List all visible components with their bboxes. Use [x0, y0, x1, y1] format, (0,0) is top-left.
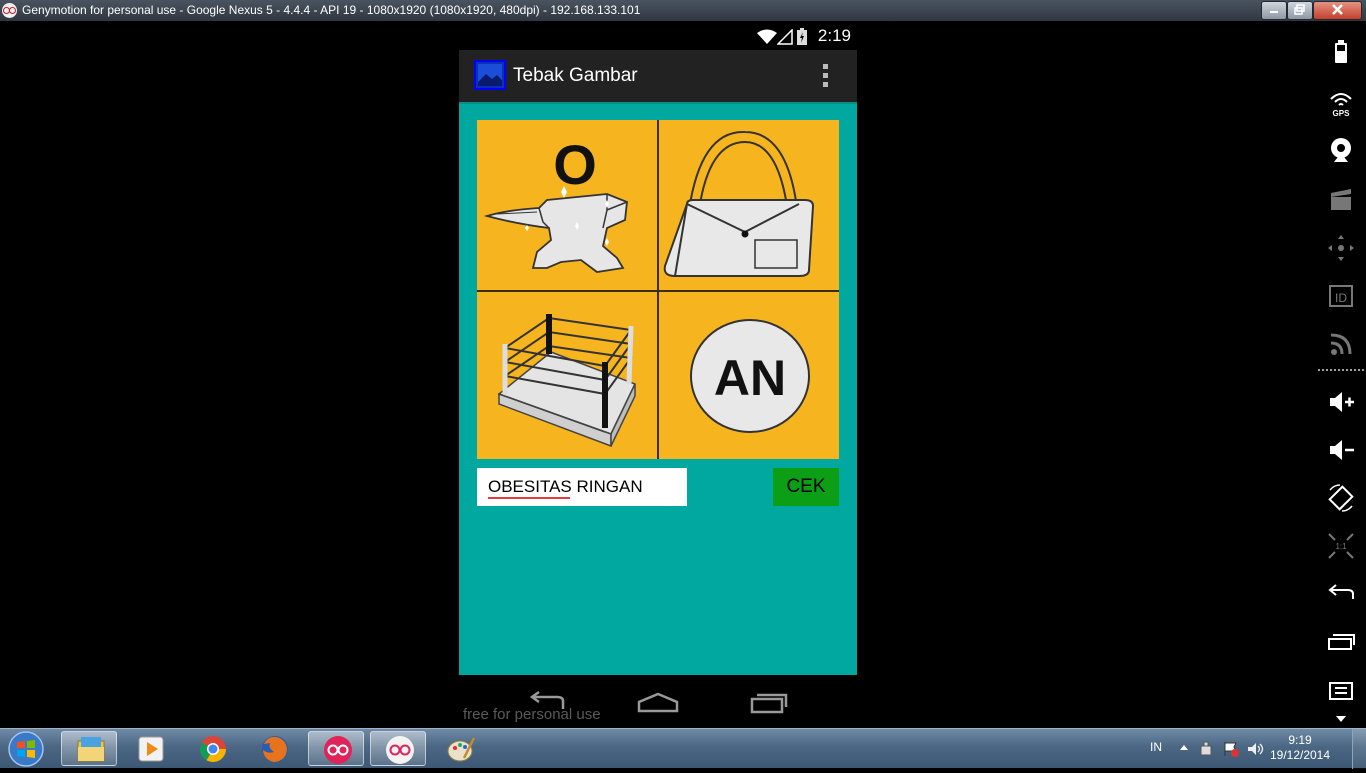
taskbar-media-player[interactable]	[122, 731, 178, 766]
media-player-icon	[138, 736, 164, 762]
close-button[interactable]	[1313, 1, 1362, 20]
handbag-image	[663, 130, 815, 277]
puzzle-cell-anvil: O	[477, 120, 657, 290]
remote-control-tool-icon[interactable]	[1326, 233, 1356, 263]
app-logo-icon	[474, 60, 506, 90]
paint-icon	[447, 737, 476, 762]
overflow-dot-icon	[822, 73, 828, 78]
puzzle-letter-o: O	[553, 133, 597, 196]
status-time: 2:19	[817, 26, 851, 45]
close-icon	[1332, 4, 1343, 15]
app-action-bar: Tebak Gambar	[459, 50, 857, 102]
spellcheck-underline	[488, 497, 570, 499]
taskbar-clock[interactable]: 9:19 19/12/2014	[1268, 733, 1332, 763]
network-tool-icon[interactable]	[1326, 329, 1356, 359]
puzzle-cell-handbag	[659, 120, 839, 290]
taskbar-firefox[interactable]	[246, 731, 302, 766]
volume-up-icon[interactable]	[1326, 387, 1356, 417]
taskbar-chrome[interactable]	[184, 731, 240, 766]
restore-button[interactable]	[1287, 1, 1313, 20]
recent-apps-tool-icon[interactable]	[1326, 627, 1356, 657]
devices-tray-icon[interactable]	[1198, 741, 1214, 757]
chrome-icon	[199, 736, 227, 763]
genymotion-icon	[386, 736, 414, 764]
android-status-bar: 2:19	[459, 22, 857, 50]
action-center-flag-icon[interactable]	[1222, 741, 1240, 757]
overflow-menu-button[interactable]	[819, 64, 831, 90]
menu-tool-icon[interactable]	[1326, 675, 1356, 705]
cek-button[interactable]: CEK	[773, 468, 839, 506]
screencast-tool-icon[interactable]	[1326, 185, 1356, 215]
puzzle-grid-divider	[477, 290, 839, 292]
taskbar-genymotion-player[interactable]	[370, 731, 426, 766]
overflow-dot-icon	[822, 64, 828, 69]
an-circle-image: AN	[690, 319, 810, 433]
webcam-tool-icon[interactable]	[1326, 135, 1356, 165]
restore-icon	[1294, 4, 1305, 15]
windows-taskbar: IN 9:19 19/12/2014	[0, 728, 1366, 769]
boxing-ring-image	[497, 314, 637, 448]
svg-text:1:1: 1:1	[1335, 542, 1347, 551]
recent-apps-button[interactable]	[749, 691, 789, 715]
window-title: Genymotion for personal use - Google Nex…	[22, 3, 641, 17]
puzzle-image: O AN	[477, 120, 839, 459]
pixel-perfect-icon[interactable]: 1:1	[1326, 531, 1356, 561]
taskbar-paint[interactable]	[432, 731, 488, 766]
language-indicator[interactable]: IN	[1150, 740, 1162, 754]
volume-tray-icon[interactable]	[1246, 741, 1264, 757]
folder-icon	[77, 737, 105, 762]
clock-date: 19/12/2014	[1269, 748, 1331, 762]
windows-logo-icon	[8, 731, 44, 767]
clock-time: 9:19	[1288, 733, 1312, 747]
show-hidden-icons-icon[interactable]	[1180, 744, 1188, 750]
app-content: O AN OBESITAS RINGAN CEK	[459, 104, 857, 675]
toolbar-separator	[1318, 369, 1364, 371]
toolbar-scroll-down-icon[interactable]	[1336, 715, 1346, 723]
window-title-bar[interactable]: Genymotion for personal use - Google Nex…	[0, 0, 1366, 21]
svg-text:GPS: GPS	[1333, 109, 1351, 117]
device-id-tool-icon[interactable]: ID	[1326, 281, 1356, 311]
puzzle-letters-an: AN	[714, 350, 786, 406]
overflow-dot-icon	[822, 82, 828, 87]
anvil-with-letter-o-image: O	[483, 133, 628, 273]
puzzle-cell-an: AN	[659, 292, 839, 459]
start-button[interactable]	[4, 730, 48, 768]
puzzle-cell-boxing-ring	[477, 292, 657, 459]
gps-tool-icon[interactable]: GPS	[1326, 87, 1356, 117]
firefox-icon	[262, 736, 288, 762]
taskbar-explorer[interactable]	[61, 731, 117, 766]
app-title: Tebak Gambar	[513, 65, 638, 86]
back-tool-icon[interactable]	[1326, 579, 1356, 609]
personal-use-watermark: free for personal use	[463, 706, 601, 723]
battery-tool-icon[interactable]	[1326, 37, 1356, 67]
svg-text:ID: ID	[1335, 291, 1347, 305]
signal-icon	[777, 29, 793, 45]
minimize-icon	[1270, 11, 1278, 13]
wifi-icon	[757, 29, 777, 44]
taskbar-genymotion[interactable]	[308, 731, 364, 766]
home-button[interactable]	[636, 692, 680, 714]
genymotion-toolbar: GPS ID 1:1	[1316, 21, 1366, 728]
answer-input[interactable]	[477, 468, 687, 506]
genymotion-icon	[324, 736, 352, 764]
volume-down-icon[interactable]	[1326, 435, 1356, 465]
rotate-icon[interactable]	[1326, 483, 1356, 513]
minimize-button[interactable]	[1261, 1, 1287, 20]
genymotion-logo-icon	[2, 3, 17, 18]
battery-charging-icon	[797, 28, 807, 45]
show-desktop-button[interactable]	[1352, 729, 1366, 769]
